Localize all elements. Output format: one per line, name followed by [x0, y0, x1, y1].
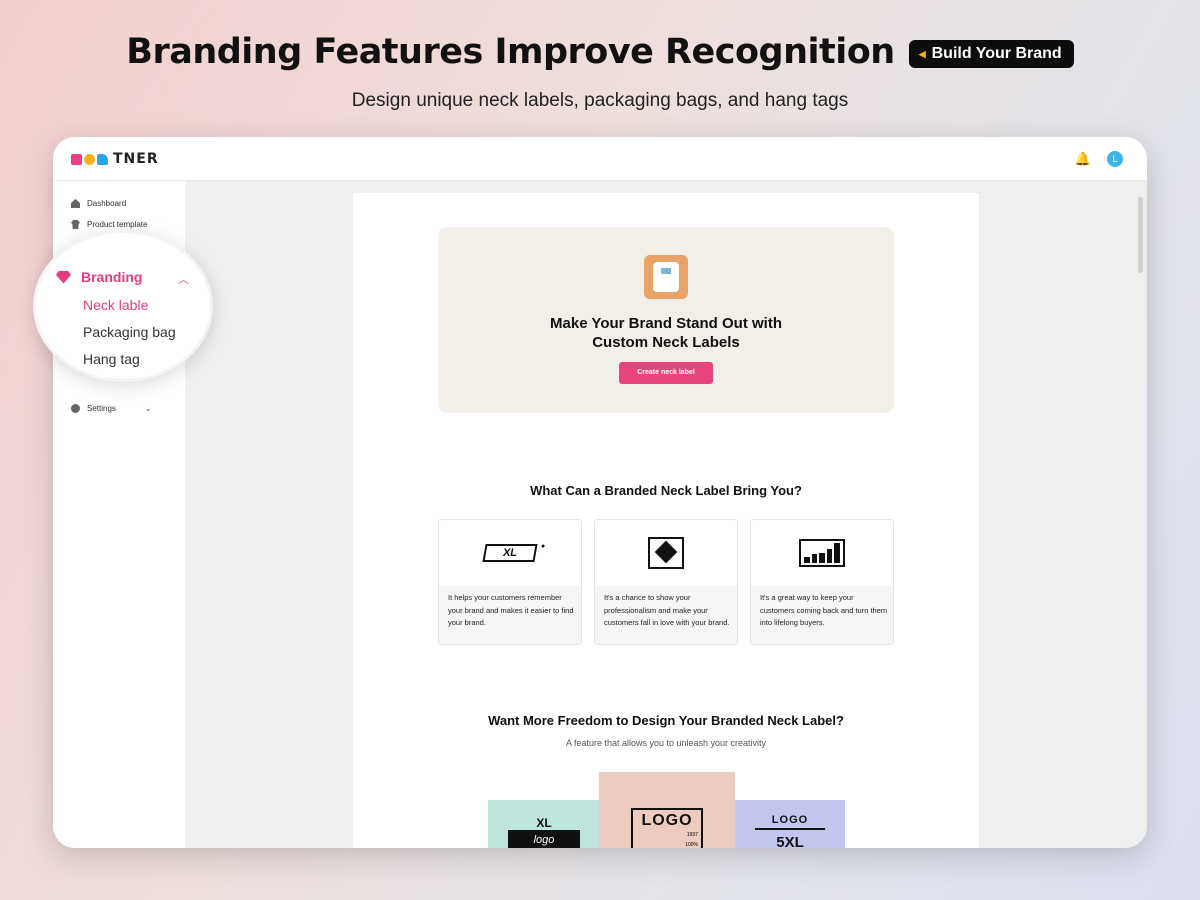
promo-title-line1: Make Your Brand Stand Out with	[550, 315, 782, 332]
label-logo-text: LOGO	[641, 812, 693, 829]
content-panel: Make Your Brand Stand Out with Custom Ne…	[353, 193, 979, 848]
diamond-frame-icon	[648, 537, 684, 569]
badge-label: Build Your Brand	[931, 45, 1062, 62]
logo-mark-blue	[97, 153, 108, 165]
sidebar-subitem-neck-label[interactable]: Neck lable	[83, 297, 148, 313]
benefits-title: What Can a Branded Neck Label Bring You?	[530, 483, 802, 498]
card-text: It's a great way to keep your customers …	[760, 593, 888, 627]
tshirt-icon	[71, 220, 80, 229]
main-content: Make Your Brand Stand Out with Custom Ne…	[185, 181, 1147, 848]
sidebar-item-label: Dashboard	[87, 199, 127, 208]
bell-icon[interactable]: 🔔	[1075, 151, 1091, 167]
label-percent-text: 100%	[685, 842, 698, 848]
branding-label: Branding	[81, 269, 143, 285]
freedom-title: Want More Freedom to Design Your Branded…	[488, 713, 844, 728]
chevron-down-icon: ⌄	[144, 404, 152, 413]
sidebar-item-product-template[interactable]: Product template	[71, 220, 147, 229]
benefit-card: It's a chance to show your professionali…	[594, 519, 738, 645]
promo-card: Make Your Brand Stand Out with Custom Ne…	[438, 227, 894, 413]
xl-tag-text: XL	[501, 547, 519, 559]
sidebar-item-settings[interactable]: Settings ⌄	[71, 404, 152, 413]
promo-title: Make Your Brand Stand Out with Custom Ne…	[438, 314, 894, 352]
freedom-subtitle: A feature that allows you to unleash you…	[565, 738, 767, 748]
label-sample-mint: XL logo	[488, 800, 600, 848]
sidebar-item-label: Product template	[87, 220, 148, 229]
label-frame: LOGO 1937 100%	[631, 808, 703, 848]
sidebar-item-label: Settings	[87, 404, 116, 413]
gem-icon	[56, 270, 71, 284]
logo-mark-yellow	[84, 153, 95, 165]
sidebar-zoom-callout: Branding ︿ Neck lable Packaging bag Hang…	[33, 230, 213, 382]
sidebar-item-dashboard[interactable]: Dashboard	[71, 199, 126, 208]
top-bar: TNER 🔔 L	[53, 137, 1147, 181]
home-icon	[71, 199, 80, 208]
hero-header: Branding Features Improve Recognition ◀ …	[0, 0, 1200, 130]
card-text: It helps your customers remember your br…	[448, 593, 574, 627]
build-brand-badge: ◀ Build Your Brand	[908, 40, 1074, 68]
hero-title-row: Branding Features Improve Recognition ◀ …	[0, 32, 1200, 72]
avatar[interactable]: L	[1107, 151, 1123, 167]
bar-chart-icon	[799, 539, 845, 567]
logo-mark-pink	[71, 153, 82, 165]
xl-tag-icon: XL ●	[482, 543, 546, 562]
card-illustration	[751, 520, 893, 586]
logo-text: TNER	[113, 151, 159, 167]
card-illustration	[595, 520, 737, 586]
label-sample-peach: LOGO 1937 100%	[599, 772, 735, 848]
label-divider	[755, 828, 825, 830]
chevron-up-icon[interactable]: ︿	[178, 271, 189, 287]
app-window: TNER 🔔 L Dashboard Product template Sett…	[53, 137, 1147, 848]
label-sample-lavender: LOGO 5XL	[735, 800, 845, 848]
sidebar-subitem-hang-tag[interactable]: Hang tag	[83, 351, 140, 367]
label-logo-text: LOGO	[771, 814, 809, 826]
hero-title: Branding Features Improve Recognition	[126, 32, 895, 72]
promo-title-line2: Custom Neck Labels	[592, 334, 740, 351]
scrollbar[interactable]	[1138, 197, 1143, 273]
label-logo-text: logo	[508, 830, 580, 848]
gear-icon	[71, 404, 80, 413]
hero-subtitle: Design unique neck labels, packaging bag…	[351, 90, 849, 111]
create-neck-label-button[interactable]: Create neck label	[619, 362, 713, 384]
card-illustration: XL ●	[439, 520, 581, 586]
benefit-card: XL ● It helps your customers remember you…	[438, 519, 582, 645]
app-logo[interactable]: TNER	[71, 151, 159, 167]
caret-left-icon: ◀	[918, 48, 926, 59]
label-year-text: 1937	[686, 832, 698, 838]
card-text: It's a chance to show your professionali…	[604, 593, 730, 627]
benefit-card: It's a great way to keep your customers …	[750, 519, 894, 645]
label-size-text: 5XL	[776, 834, 804, 848]
sidebar-item-branding[interactable]: Branding	[56, 269, 142, 285]
sidebar-subitem-packaging-bag[interactable]: Packaging bag	[83, 324, 176, 340]
neck-label-icon	[644, 255, 688, 299]
label-size-text: XL	[536, 816, 552, 830]
